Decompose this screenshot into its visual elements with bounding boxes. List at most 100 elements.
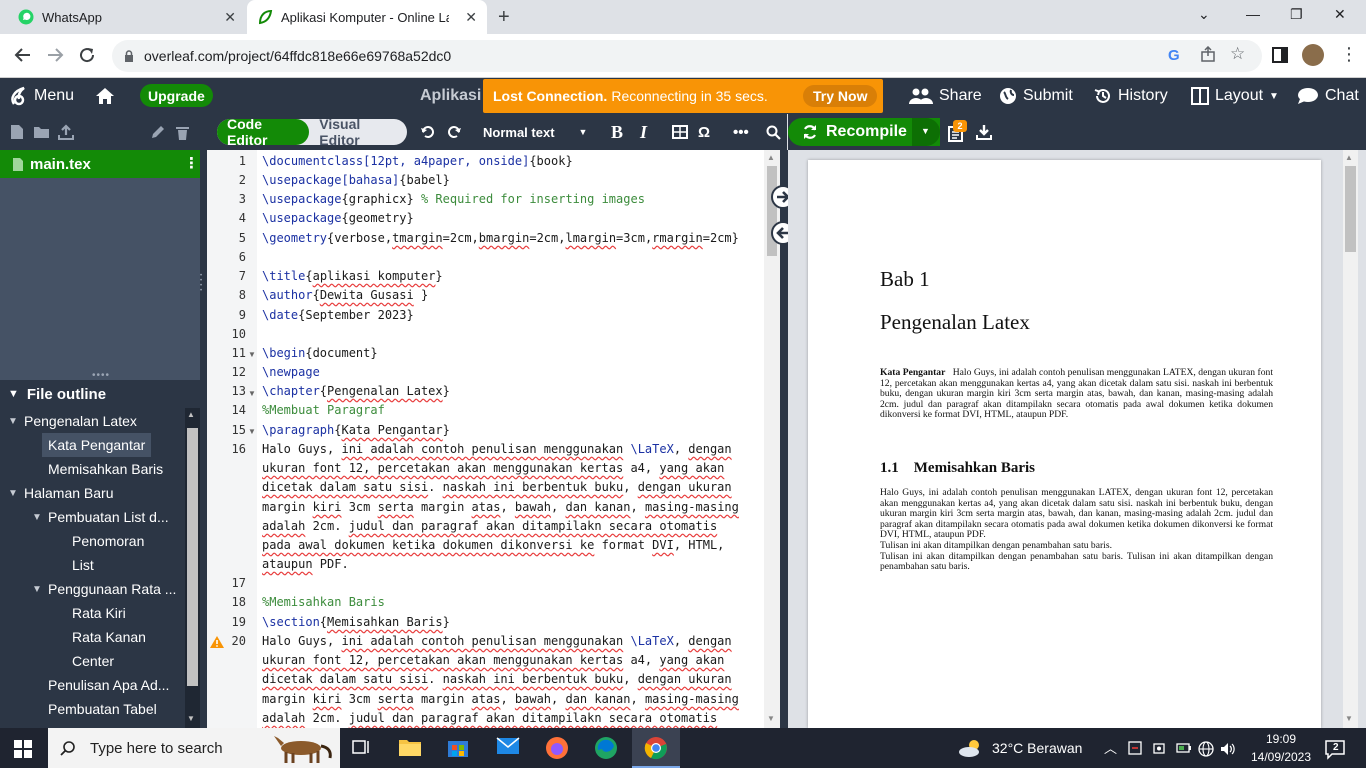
more-vert-icon[interactable]: ⋮ [1340, 44, 1358, 65]
close-window-icon[interactable]: ✕ [1334, 6, 1346, 23]
submit-button[interactable]: Submit [999, 78, 1073, 114]
mail-icon[interactable] [496, 736, 520, 760]
scroll-down-icon[interactable]: ▼ [767, 714, 775, 723]
try-now-button[interactable]: Try Now [803, 85, 878, 107]
rename-pencil-icon[interactable] [150, 125, 165, 140]
task-view-icon[interactable] [350, 736, 374, 760]
code-editor-button[interactable]: Code Editor [217, 116, 310, 148]
close-tab-icon[interactable]: ✕ [224, 9, 236, 26]
scroll-down-icon[interactable]: ▼ [187, 714, 195, 723]
home-button[interactable] [95, 78, 121, 114]
outline-item[interactable]: Rata Kanan [72, 625, 146, 649]
scroll-up-icon[interactable]: ▲ [1345, 153, 1353, 162]
insert-symbol-button[interactable]: Ω [698, 114, 710, 150]
url-field[interactable]: overleaf.com/project/64ffdc818e66e69768a… [112, 40, 1262, 72]
chevron-up-icon[interactable]: ︿ [1104, 738, 1117, 757]
warning-icon[interactable] [210, 636, 224, 648]
outline-item[interactable]: Center [72, 649, 114, 673]
volume-icon[interactable] [1220, 741, 1236, 757]
outline-item[interactable]: ▼ Pembuatan List d... [32, 505, 169, 529]
network-globe-icon[interactable] [1198, 741, 1214, 757]
chevron-down-icon: ▼ [8, 487, 18, 499]
outline-item[interactable]: ▼ Pengenalan Latex [8, 409, 137, 433]
outline-item[interactable]: Rata Kiri [72, 601, 126, 625]
browser-tab-overleaf[interactable]: Aplikasi Komputer - Online LaTeX ✕ [247, 0, 487, 34]
redo-icon[interactable] [446, 114, 462, 150]
weather-widget[interactable]: 32°C Berawan [958, 728, 1082, 768]
undo-icon[interactable] [420, 114, 436, 150]
italic-button[interactable]: I [640, 114, 647, 150]
code-line: dicetak dalam satu sisi. naskah ini berb… [262, 672, 732, 686]
tray-camera-icon[interactable] [1152, 741, 1166, 755]
search-icon[interactable] [766, 114, 781, 150]
profile-avatar[interactable] [1302, 44, 1324, 66]
file-outline-header[interactable]: ▼ File outline [0, 380, 200, 408]
taskbar-search-input[interactable]: Type here to search [48, 728, 340, 768]
back-arrow-icon[interactable] [14, 46, 32, 64]
bookmark-star-icon[interactable]: ☆ [1230, 44, 1245, 64]
file-explorer-icon[interactable] [398, 736, 422, 760]
tray-app-icon[interactable] [1128, 741, 1142, 755]
code-line: \usepackage{graphicx} % Required for ins… [262, 192, 645, 206]
browser-tab-whatsapp[interactable]: WhatsApp ✕ [8, 0, 246, 34]
line-number: 10 [231, 327, 246, 341]
scroll-down-icon[interactable]: ▼ [1345, 714, 1353, 723]
fold-caret-icon[interactable]: ▼ [248, 427, 256, 436]
chat-button[interactable]: Chat [1297, 78, 1359, 114]
recompile-options-button[interactable]: ▼ [912, 118, 940, 146]
close-tab-icon[interactable]: ✕ [465, 9, 477, 26]
outline-item[interactable]: Kata Pengantar [42, 433, 152, 457]
share-page-icon[interactable] [1200, 46, 1216, 62]
bold-button[interactable]: B [611, 114, 623, 150]
left-panel-resizer[interactable]: • • • • [200, 114, 207, 728]
outline-scrollbar-thumb[interactable] [187, 428, 198, 686]
layout-button[interactable]: Layout ▼ [1191, 78, 1279, 114]
new-folder-icon[interactable] [33, 126, 50, 139]
taskbar-clock[interactable]: 19:09 14/09/2023 [1246, 730, 1316, 766]
scroll-up-icon[interactable]: ▲ [767, 153, 775, 162]
outline-item[interactable]: Penulisan Apa Ad... [48, 673, 169, 697]
scroll-up-icon[interactable]: ▲ [187, 410, 195, 419]
reload-icon[interactable] [78, 46, 96, 64]
more-options-icon[interactable]: ••• [733, 114, 749, 150]
history-button[interactable]: History [1094, 78, 1168, 114]
minimize-icon[interactable]: — [1246, 6, 1260, 22]
restore-icon[interactable]: ❐ [1290, 6, 1303, 23]
microsoft-store-icon[interactable] [446, 736, 470, 760]
visual-editor-button[interactable]: Visual Editor [309, 116, 407, 148]
windows-start-icon[interactable] [14, 740, 32, 758]
project-title[interactable]: Aplikasi [420, 78, 481, 114]
outline-item[interactable]: Penomoran [72, 529, 144, 553]
chrome-icon[interactable] [644, 736, 668, 760]
edge-icon[interactable] [594, 736, 618, 760]
outline-item[interactable]: List [72, 553, 94, 577]
fold-caret-icon[interactable]: ▼ [248, 350, 256, 359]
new-file-icon[interactable] [10, 124, 24, 140]
outline-item[interactable]: ▼ Halaman Baru [8, 481, 114, 505]
insert-table-icon[interactable] [672, 114, 688, 150]
upload-icon[interactable] [58, 124, 74, 140]
battery-icon[interactable] [1176, 741, 1192, 755]
outline-item[interactable]: ▼ Penggunaan Rata ... [32, 577, 176, 601]
outline-item[interactable]: Memisahkan Baris [48, 457, 163, 481]
download-icon[interactable] [976, 124, 992, 140]
firefox-icon[interactable] [545, 736, 569, 760]
delete-trash-icon[interactable] [176, 125, 189, 140]
text-style-dropdown[interactable]: Normal text ▼ [483, 114, 587, 150]
share-button[interactable]: Share [909, 78, 982, 114]
upgrade-button[interactable]: Upgrade [140, 84, 213, 107]
google-icon[interactable]: G [1168, 47, 1180, 64]
panel-resize-handle[interactable]: •••• [0, 370, 200, 381]
fold-caret-icon[interactable]: ▼ [248, 389, 256, 398]
forward-arrow-icon[interactable] [46, 46, 64, 64]
pdf-scrollbar-thumb[interactable] [1345, 166, 1356, 252]
code-line: adalah 2cm. judul dan paragraf akan dita… [262, 711, 718, 725]
outline-item[interactable]: Pembuatan Tabel [48, 697, 157, 721]
file-menu-icon[interactable]: ⋮ [184, 154, 199, 172]
menu-button[interactable]: Menu [10, 78, 74, 114]
side-panel-icon[interactable] [1272, 47, 1288, 63]
file-item-main-tex[interactable]: main.tex ⋮ [0, 150, 200, 178]
line-number: 14 [231, 403, 246, 417]
tab-search-chevron-icon[interactable]: ⌄ [1198, 6, 1210, 23]
new-tab-icon[interactable]: + [498, 6, 510, 29]
